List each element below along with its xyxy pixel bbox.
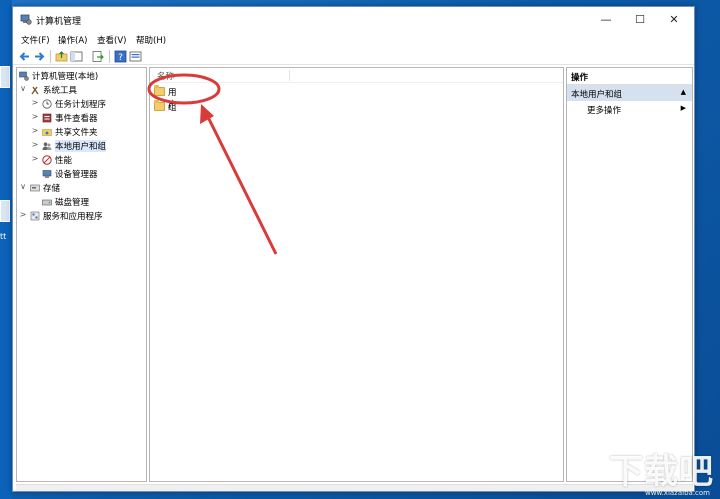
actions-group-local-users[interactable]: 本地用户和组 ▲ <box>567 85 692 101</box>
properties-icon[interactable] <box>129 50 142 63</box>
window-title: 计算机管理 <box>36 17 82 27</box>
storage-icon <box>30 184 40 192</box>
actions-title: 操作 <box>571 73 589 83</box>
tree-label: 存储 <box>43 184 61 194</box>
watermark-logo: 下载吧 <box>609 452 714 492</box>
console-tree-pane[interactable]: 计算机管理(本地) ∨ 系统工具 > 任务计划程序 > 事件查看器 > 共享文件… <box>16 67 147 482</box>
expand-chevron-icon[interactable]: > <box>31 126 39 135</box>
submenu-arrow-icon: ▶ <box>680 104 686 112</box>
menu-file[interactable]: 文件(F) <box>21 34 50 46</box>
tree-label: 磁盘管理 <box>55 198 90 208</box>
tree-label: 本地用户和组 <box>55 140 107 152</box>
show-hide-tree-icon[interactable] <box>70 50 83 63</box>
collapse-chevron-icon[interactable]: ∨ <box>19 84 27 93</box>
computer-management-icon <box>20 14 32 25</box>
computer-management-window: 计算机管理 — ☐ ✕ 文件(F) 操作(A) 查看(V) 帮助(H) ? 计算… <box>12 6 695 492</box>
performance-icon <box>42 155 52 165</box>
tree-label: 性能 <box>55 156 73 166</box>
tree-label: 系统工具 <box>43 86 78 96</box>
help-icon[interactable]: ? <box>114 50 127 63</box>
services-icon <box>30 211 40 221</box>
more-actions-item[interactable]: 更多操作 ▶ <box>567 103 692 117</box>
users-icon <box>42 142 52 150</box>
collapse-chevron-icon[interactable]: ∨ <box>19 182 27 191</box>
tree-label: 计算机管理(本地) <box>32 72 99 82</box>
tree-label: 设备管理器 <box>55 170 98 180</box>
actions-pane[interactable]: 操作 本地用户和组 ▲ 更多操作 ▶ <box>566 67 693 482</box>
svg-text:?: ? <box>118 53 123 63</box>
folder-icon <box>154 85 165 96</box>
expand-chevron-icon[interactable]: > <box>31 112 39 121</box>
clock-icon <box>42 99 52 109</box>
tree-label: 服务和应用程序 <box>43 212 103 222</box>
toolbar-separator <box>50 50 51 63</box>
status-bar <box>16 484 693 491</box>
title-bar[interactable]: 计算机管理 — ☐ ✕ <box>13 7 694 33</box>
desktop-icon-fragment[interactable] <box>0 66 10 88</box>
up-folder-icon[interactable] <box>55 50 68 63</box>
list-item-label: 组 <box>168 103 177 113</box>
export-list-icon[interactable] <box>91 50 104 63</box>
more-actions-label: 更多操作 <box>587 106 622 116</box>
toolbar: ? <box>13 48 694 65</box>
close-button[interactable]: ✕ <box>658 7 690 33</box>
folder-icon <box>154 100 165 111</box>
menu-bar: 文件(F) 操作(A) 查看(V) 帮助(H) <box>13 32 694 48</box>
column-separator[interactable] <box>289 70 290 81</box>
event-viewer-icon <box>42 113 52 123</box>
computer-management-icon <box>19 71 29 81</box>
expand-chevron-icon[interactable]: > <box>31 98 39 107</box>
back-arrow-icon[interactable] <box>18 50 31 63</box>
menu-action[interactable]: 操作(A) <box>58 34 87 46</box>
toolbar-separator <box>109 50 110 63</box>
maximize-button[interactable]: ☐ <box>624 7 656 33</box>
desktop-icon-fragment[interactable] <box>0 200 10 222</box>
expand-chevron-icon[interactable]: > <box>31 154 39 163</box>
column-header-label: 名称 <box>157 72 175 82</box>
menu-help[interactable]: 帮助(H) <box>136 34 166 46</box>
shared-folder-icon <box>42 129 52 136</box>
device-manager-icon <box>42 170 52 178</box>
tree-label: 事件查看器 <box>55 114 98 124</box>
tools-icon <box>31 86 39 95</box>
disk-icon <box>42 199 52 206</box>
watermark-url: www.xiazaiba.com <box>645 489 710 497</box>
expand-chevron-icon[interactable]: > <box>19 210 27 219</box>
results-pane[interactable]: 名称 用户 组 <box>149 67 564 482</box>
minimize-button[interactable]: — <box>590 7 622 33</box>
forward-arrow-icon[interactable] <box>33 50 46 63</box>
actions-header: 操作 <box>567 68 692 85</box>
column-header-name[interactable]: 名称 <box>150 68 563 83</box>
desktop-icon-label-fragment: tt <box>0 232 7 241</box>
tree-label: 任务计划程序 <box>55 100 107 110</box>
expand-chevron-icon[interactable]: > <box>31 140 39 149</box>
menu-view[interactable]: 查看(V) <box>97 34 126 46</box>
collapse-up-icon[interactable]: ▲ <box>681 88 686 96</box>
tree-label: 共享文件夹 <box>55 128 98 138</box>
actions-group-label: 本地用户和组 <box>571 90 623 100</box>
